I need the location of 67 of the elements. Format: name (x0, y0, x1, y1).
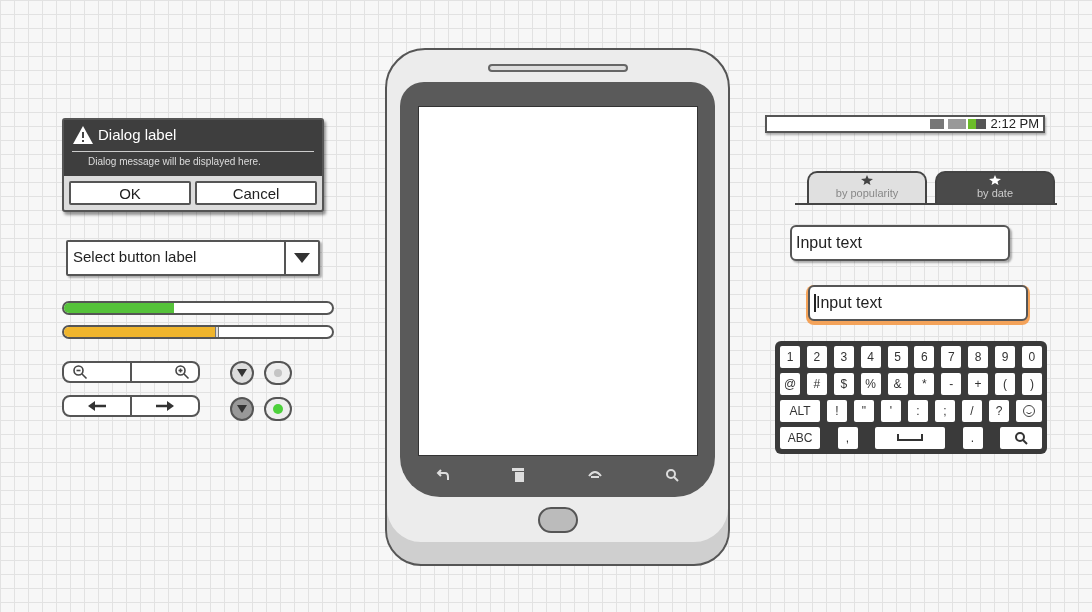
search-key[interactable] (1000, 427, 1042, 449)
back-icon[interactable] (435, 469, 450, 481)
keyboard-key[interactable]: # (806, 373, 827, 395)
dialog-button[interactable]: Cancel (195, 180, 317, 205)
keyboard-key[interactable]: 6 (914, 346, 935, 368)
dialog-title: Dialog label (98, 125, 177, 145)
search-icon[interactable] (665, 468, 680, 482)
radio-button[interactable] (264, 360, 292, 385)
left-arrow-icon (87, 399, 107, 412)
keyboard-key[interactable]: & (887, 373, 908, 395)
keyboard-key[interactable]: ( (995, 373, 1015, 395)
dialog-message: Dialog message will be displayed here. (87, 155, 262, 168)
space-icon (897, 434, 923, 442)
keyboard-key[interactable] (1016, 400, 1042, 422)
keyboard-key[interactable]: . (962, 427, 983, 449)
spinner-button[interactable] (230, 396, 254, 421)
keyboard-key[interactable]: 1 (780, 346, 800, 368)
tab[interactable]: by date (935, 171, 1055, 203)
keyboard-key[interactable]: - (941, 373, 962, 395)
down-triangle-icon (237, 404, 247, 413)
keyboard-key[interactable]: " (854, 400, 874, 422)
slider-thumb[interactable] (214, 326, 219, 337)
star-icon (861, 174, 873, 185)
menu-icon[interactable] (512, 468, 525, 482)
home-icon[interactable] (586, 470, 603, 480)
smiley-icon (1022, 404, 1036, 418)
keyboard-key[interactable]: 9 (995, 346, 1015, 368)
input-field[interactable]: Input text (790, 225, 1010, 261)
keyboard-key[interactable]: 4 (860, 346, 881, 368)
keyboard-key[interactable]: ABC (780, 427, 820, 449)
down-triangle-icon (237, 368, 247, 377)
space-key[interactable] (875, 427, 945, 449)
keyboard-key[interactable]: % (860, 373, 881, 395)
warning-icon (72, 125, 94, 146)
star-icon (989, 174, 1001, 185)
search-icon (1014, 431, 1028, 445)
keyboard-key[interactable]: ' (881, 400, 901, 422)
status-time: 2:12 PM (990, 115, 1039, 134)
keyboard-key[interactable]: + (968, 373, 989, 395)
keyboard-key[interactable]: 5 (887, 346, 908, 368)
home-button[interactable] (537, 507, 578, 533)
keyboard-key[interactable]: * (914, 373, 935, 395)
keyboard-key[interactable]: $ (833, 373, 854, 395)
right-arrow-icon (155, 399, 175, 412)
zoom-in-icon (174, 363, 190, 380)
keyboard-key[interactable]: 3 (833, 346, 854, 368)
status-icons (929, 119, 986, 129)
dropdown-caret-icon (293, 251, 311, 264)
keyboard-key[interactable]: / (962, 400, 982, 422)
keyboard-key[interactable]: ! (827, 400, 847, 422)
slider-track[interactable] (62, 324, 334, 339)
select-dropdown[interactable]: Select button label (66, 239, 320, 276)
keyboard-key[interactable]: ; (935, 400, 955, 422)
spinner-button[interactable] (230, 360, 254, 385)
keyboard-key[interactable]: 7 (941, 346, 962, 368)
keyboard-key[interactable]: , (837, 427, 858, 449)
dialog-button[interactable]: OK (69, 180, 191, 205)
zoom-out-icon (72, 363, 88, 380)
keyboard-key[interactable]: ALT (780, 400, 820, 422)
keyboard-key[interactable]: 8 (968, 346, 989, 368)
radio-button[interactable] (264, 396, 292, 421)
keyboard-key[interactable]: 2 (806, 346, 827, 368)
keyboard-key[interactable]: @ (780, 373, 800, 395)
keyboard-key[interactable]: ) (1021, 373, 1042, 395)
keyboard-key[interactable]: ? (989, 400, 1009, 422)
keyboard-key[interactable]: 0 (1021, 346, 1042, 368)
keyboard-key[interactable]: : (908, 400, 928, 422)
